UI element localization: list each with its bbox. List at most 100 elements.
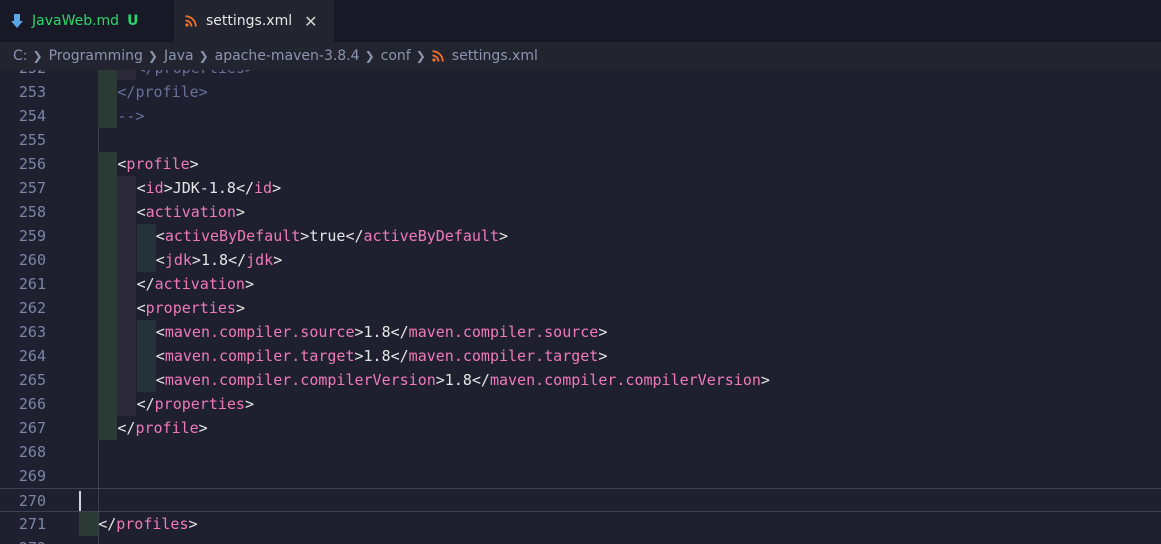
chevron-right-icon: ❯: [198, 49, 209, 63]
code-text: <properties>: [137, 296, 245, 320]
code-line[interactable]: 269: [0, 464, 1161, 488]
code-line[interactable]: 261 </activation>: [0, 272, 1161, 296]
bracket-token: </: [390, 347, 409, 365]
code-line[interactable]: 266 </properties>: [0, 392, 1161, 416]
tab-javaweb-md[interactable]: JavaWeb.md U: [0, 0, 174, 42]
code-line[interactable]: 272: [0, 536, 1161, 544]
tab-settings-xml[interactable]: settings.xml ✕: [174, 0, 334, 42]
bracket-token: <: [155, 347, 165, 365]
line-number: 258: [18, 203, 46, 221]
indent-guide-line: [98, 128, 99, 152]
chevron-right-icon: ❯: [32, 49, 43, 63]
line-number: 254: [18, 107, 46, 125]
chevron-right-icon: ❯: [415, 49, 426, 63]
indent-guide: [136, 368, 156, 392]
code-line[interactable]: 267 </profile>: [0, 416, 1161, 440]
tag-name-token: jdk: [164, 251, 192, 269]
code-line[interactable]: 265 <maven.compiler.compilerVersion>1.8</…: [0, 368, 1161, 392]
bracket-token: >: [235, 203, 245, 221]
bracket-token: </: [235, 179, 254, 197]
breadcrumb-item-drive[interactable]: C:: [13, 48, 28, 64]
tag-name-token: jdk: [246, 251, 274, 269]
bracket-token: </: [390, 323, 409, 341]
indent-guide: [136, 320, 156, 344]
code-line[interactable]: 253 </profile>: [0, 80, 1161, 104]
indent-guide: [117, 392, 137, 416]
indent-guide: [136, 344, 156, 368]
code-line[interactable]: 262 <properties>: [0, 296, 1161, 320]
indent-guide: [136, 224, 156, 248]
code-line[interactable]: 270: [0, 488, 1161, 513]
comment-token: </properties>: [137, 70, 254, 77]
indent-guide: [98, 344, 118, 368]
indent-guide: [79, 512, 98, 536]
breadcrumb-item-maven[interactable]: apache-maven-3.8.4: [215, 48, 360, 64]
text-token: 1.8: [444, 371, 472, 389]
code-line[interactable]: 258 <activation>: [0, 200, 1161, 224]
bracket-token: >: [191, 251, 201, 269]
code-line[interactable]: 263 <maven.compiler.source>1.8</maven.com…: [0, 320, 1161, 344]
indent-guide: [98, 296, 118, 320]
tag-name-token: activation: [154, 275, 245, 293]
breadcrumb-item-conf[interactable]: conf: [381, 48, 411, 64]
line-number: 262: [18, 299, 46, 317]
tag-name-token: profile: [126, 155, 190, 173]
bracket-token: >: [498, 227, 509, 245]
code-line[interactable]: 271 </profiles>: [0, 512, 1161, 536]
bracket-token: >: [354, 347, 364, 365]
code-line[interactable]: 259 <activeByDefault>true</activeByDefaul…: [0, 224, 1161, 248]
bracket-token: </: [471, 371, 490, 389]
code-line[interactable]: 252 </properties>: [0, 70, 1161, 80]
bracket-token: >: [354, 323, 364, 341]
close-icon[interactable]: ✕: [304, 12, 317, 31]
breadcrumb-item-file[interactable]: settings.xml: [452, 48, 538, 64]
chevron-right-icon: ❯: [147, 49, 158, 63]
bracket-token: </: [117, 419, 136, 437]
line-number: 266: [18, 395, 46, 413]
bracket-token: >: [435, 371, 445, 389]
code-line[interactable]: 264 <maven.compiler.target>1.8</maven.com…: [0, 344, 1161, 368]
indent-guide: [117, 176, 137, 200]
line-number: 255: [18, 131, 46, 149]
code-line[interactable]: 254 -->: [0, 104, 1161, 128]
bracket-token: >: [272, 179, 282, 197]
indent-guide: [117, 296, 137, 320]
tag-name-token: activeByDefault: [164, 227, 301, 245]
text-token: 1.8: [363, 323, 391, 341]
tag-name-token: maven.compiler.source: [408, 323, 599, 341]
text-token: JDK-1.8: [172, 179, 236, 197]
bracket-token: >: [198, 419, 208, 437]
code-text: </properties>: [137, 70, 254, 80]
line-number: 259: [18, 227, 46, 245]
code-editor[interactable]: 252</properties>253</profile>254--> 255 25…: [0, 70, 1161, 544]
bracket-token: </: [345, 227, 364, 245]
line-number: 271: [18, 515, 46, 533]
tab-bar: JavaWeb.md U settings.xml ✕: [0, 0, 1161, 42]
indent-guide: [117, 224, 137, 248]
code-text: <maven.compiler.target>1.8</maven.compil…: [156, 344, 608, 368]
tag-name-token: maven.compiler.compilerVersion: [489, 371, 761, 389]
code-text: <profile>: [117, 152, 198, 176]
breadcrumb-item-programming[interactable]: Programming: [49, 48, 143, 64]
bracket-token: <: [155, 227, 165, 245]
rss-icon: [184, 14, 198, 28]
code-line[interactable]: 260 <jdk>1.8</jdk>: [0, 248, 1161, 272]
code-text: </properties>: [137, 392, 254, 416]
bracket-token: >: [244, 395, 254, 413]
breadcrumb-item-java[interactable]: Java: [164, 48, 194, 64]
tag-name-token: maven.compiler.source: [164, 323, 355, 341]
code-line[interactable]: 257 <id>JDK-1.8</id>: [0, 176, 1161, 200]
code-text: <activeByDefault>true</activeByDefault>: [156, 224, 508, 248]
bracket-token: <: [155, 371, 165, 389]
bracket-token: <: [136, 299, 146, 317]
code-line[interactable]: 268: [0, 440, 1161, 464]
tag-name-token: activeByDefault: [363, 227, 499, 245]
line-number: 272: [0, 536, 46, 544]
indent-guide: [98, 152, 118, 176]
line-number: 263: [18, 323, 46, 341]
code-line[interactable]: 255: [0, 128, 1161, 152]
tab-label: JavaWeb.md: [32, 13, 120, 29]
bracket-token: <: [155, 251, 165, 269]
chevron-right-icon: ❯: [364, 49, 375, 63]
code-line[interactable]: 256 <profile>: [0, 152, 1161, 176]
